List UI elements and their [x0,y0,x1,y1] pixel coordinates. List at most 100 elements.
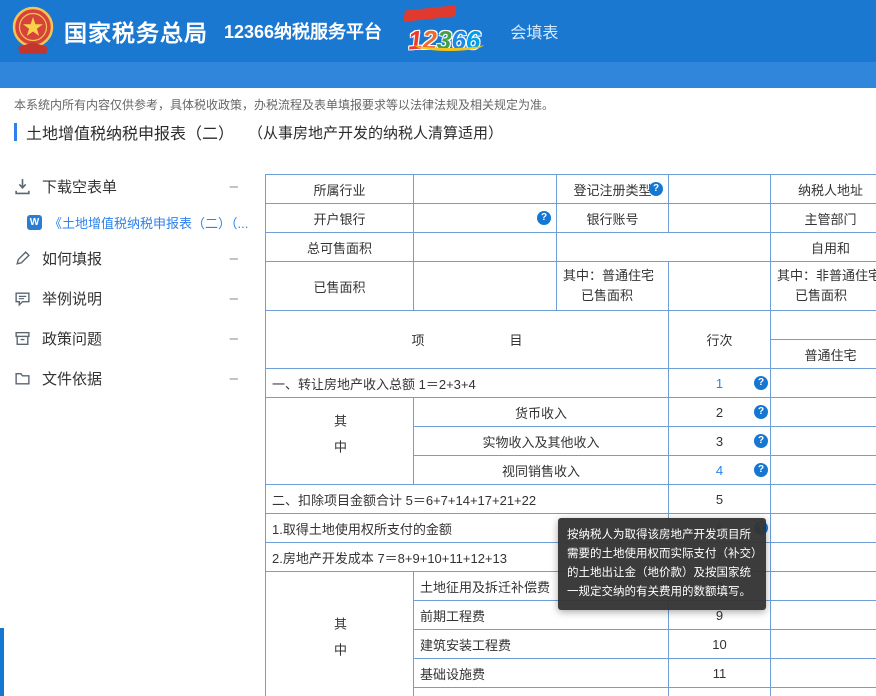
total-area-value-cell [414,233,557,262]
line-no-cell [669,688,771,696]
label-sold-area: 已售面积 [266,262,414,311]
value-cell [771,659,876,688]
row-label: 基础设施费 [414,659,669,688]
download-icon [14,178,31,195]
row-label: 一、转让房地产收入总额 1＝2+3+4 [266,369,669,398]
group-label-cell: 其中 [266,572,414,696]
column-header-line-no: 行次 [669,311,771,369]
sold-area-value-cell [414,262,557,311]
label-taxpayer-address: 纳税人地址 [771,175,876,204]
page: 国家税务总局 12366纳税服务平台 1 2 3 6 6 会填表 本系统内所有内… [0,0,876,696]
value-cell [771,514,876,543]
page-title-row: 土地增值税纳税申报表（二） （从事房地产开发的纳税人清算适用） [14,120,503,144]
collapse-icon[interactable]: – [230,330,238,347]
line-no-cell: 11 [669,659,771,688]
group-label: 其中 [330,617,349,669]
non-ordinary-sub: 已售面积 [777,286,876,306]
line-no-cell: 4 ? [669,456,771,485]
group-label: 其中 [330,414,349,466]
sidebar-item-policy[interactable]: 政策问题 – [0,318,252,358]
help-icon[interactable]: ? [754,463,768,477]
line-no-link[interactable]: 1 [716,376,723,391]
empty-cell [557,233,771,262]
line-no: 5 [716,492,723,507]
value-cell [771,543,876,572]
ordinary-value-cell [669,262,771,311]
label-reg-type-cell: 登记注册类型 ? [557,175,669,204]
item-char-a: 项 [411,330,424,349]
collapse-icon[interactable]: – [230,290,238,307]
help-icon[interactable]: ? [649,182,663,196]
line-no-cell: 2 ? [669,398,771,427]
left-edge-bar [0,628,4,696]
label-industry: 所属行业 [266,175,414,204]
help-icon[interactable]: ? [537,211,551,225]
ordinary-subheader: 普通住宅 [771,339,876,368]
logo-swoosh [414,38,484,51]
ordinary-title: 其中：普通住宅 [563,266,662,286]
sidebar-item-label: 文件依据 [42,368,102,389]
word-doc-icon: W [27,215,42,230]
value-cell [771,456,876,485]
column-header-ordinary: 普通住宅 [771,311,876,369]
value-cell [771,398,876,427]
item-char-b: 目 [510,330,523,349]
value-cell [771,688,876,696]
collapse-icon[interactable]: – [230,250,238,267]
row-label: 二、扣除项目金额合计 5＝6+7+14+17+21+22 [266,485,669,514]
row-label: 实物收入及其他收入 [414,427,669,456]
label-account: 银行账号 [557,204,669,233]
sidebar-item-examples[interactable]: 举例说明 – [0,278,252,318]
label-total-sellable-area: 总可售面积 [266,233,414,262]
help-tooltip: 按纳税人为取得该房地产开发项目所需要的土地使用权而实际支付（补交）的土地出让金（… [558,518,766,610]
tax-form-table: 所属行业 登记注册类型 ? 纳税人地址 开户银行 ? 银行账号 主管部门 总可 [265,174,876,696]
platform-name: 12366纳税服务平台 [224,18,382,44]
line-no: 10 [712,637,726,652]
collapse-icon[interactable]: – [230,370,238,387]
bank-value-cell: ? [414,204,557,233]
label-ordinary-housing: 其中：普通住宅 已售面积 [557,262,669,311]
help-icon[interactable]: ? [754,405,768,419]
line-no-link[interactable]: 4 [716,463,723,478]
logo-12366: 1 2 3 6 6 [408,9,480,53]
archive-icon [14,330,31,347]
sidebar-item-label: 政策问题 [42,328,102,349]
sidebar-item-form-doc[interactable]: W 《土地增值税纳税申报表（二）（... [0,206,252,238]
non-ordinary-title: 其中：非普通住宅 [777,266,876,286]
sidebar: 下载空表单 – W 《土地增值税纳税申报表（二）（... 如何填报 – 举例说明… [0,166,252,398]
sidebar-item-download[interactable]: 下载空表单 – [0,166,252,206]
nav-huitianbiao[interactable]: 会填表 [510,19,558,43]
line-no-cell: 5 [669,485,771,514]
page-subtitle: （从事房地产开发的纳税人清算适用） [248,122,503,143]
label-non-ordinary-housing: 其中：非普通住宅 已售面积 [771,262,876,311]
row-label: 视同销售收入 [414,456,669,485]
group-label-cell: 其中 [266,398,414,485]
label-department: 主管部门 [771,204,876,233]
comment-icon [14,290,31,307]
value-cell [771,601,876,630]
sidebar-item-documents[interactable]: 文件依据 – [0,358,252,398]
row-label: 货币收入 [414,398,669,427]
help-icon[interactable]: ? [754,434,768,448]
sidebar-item-how-to-fill[interactable]: 如何填报 – [0,238,252,278]
help-icon[interactable]: ? [754,376,768,390]
collapse-icon[interactable]: – [230,178,238,195]
label-reg-type: 登记注册类型 [573,183,651,198]
folder-icon [14,370,31,387]
sidebar-item-label: 下载空表单 [42,176,117,197]
line-no-cell: 10 [669,630,771,659]
reg-type-value-cell [669,175,771,204]
title-accent-bar [14,123,17,141]
org-name: 国家税务总局 [64,14,208,48]
disclaimer-text: 本系统内所有内容仅供参考，具体税收政策，办税流程及表单填报要求等以法律法规及相关… [14,96,554,113]
line-no-cell: 1 ? [669,369,771,398]
page-title: 土地增值税纳税申报表（二） [26,120,234,144]
row-label [414,688,669,696]
value-cell [771,369,876,398]
row-label: 建筑安装工程费 [414,630,669,659]
empty-subheader [771,311,876,339]
line-no: 11 [713,666,727,681]
logo-ribbon [403,5,456,22]
line-no: 2 [716,405,723,420]
industry-value-cell [414,175,557,204]
